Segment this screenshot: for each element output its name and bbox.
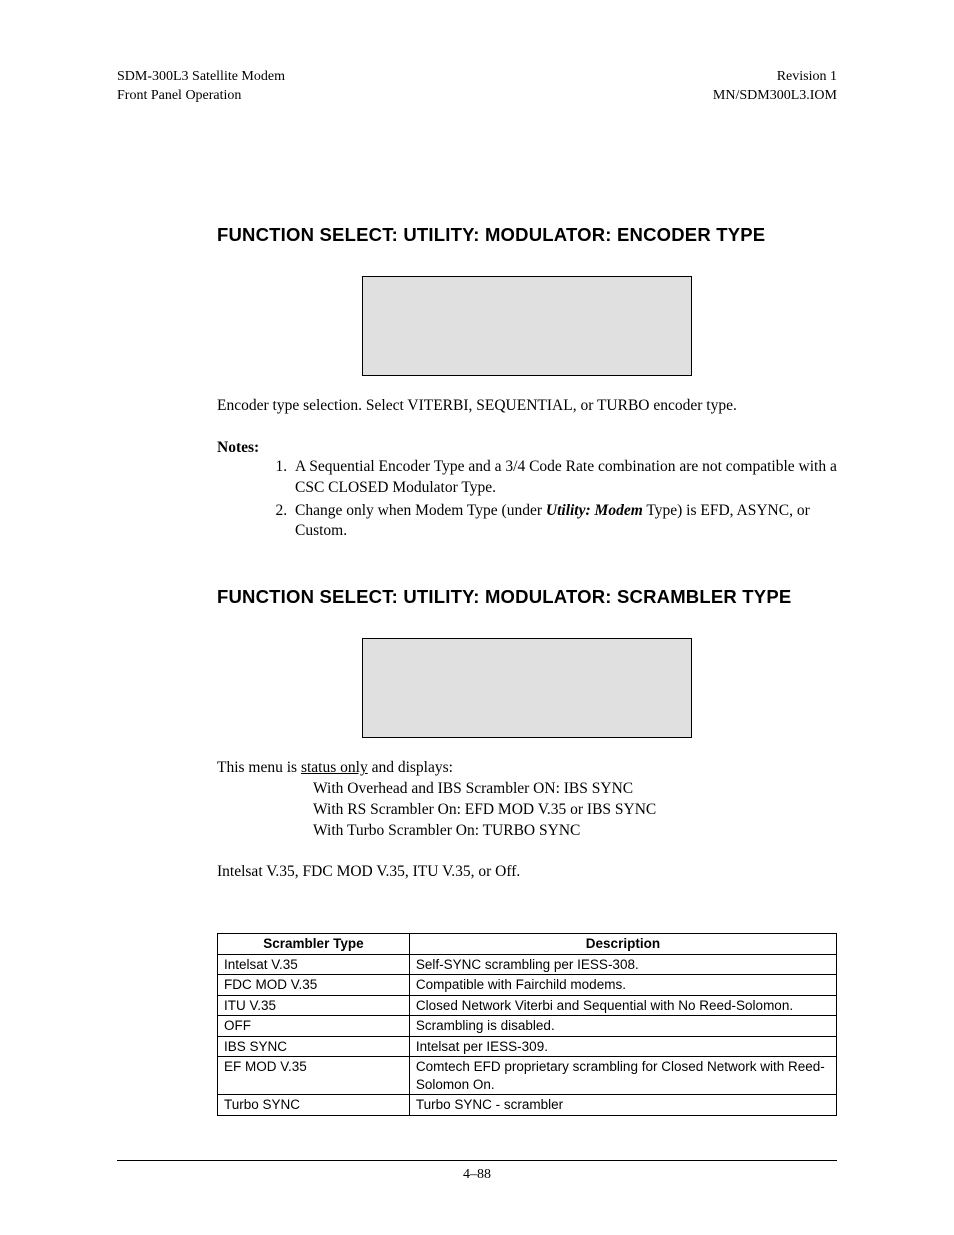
display-box — [362, 276, 692, 376]
header-right-line1: Revision 1 — [713, 68, 837, 87]
table-cell: Closed Network Viterbi and Sequential wi… — [409, 995, 836, 1016]
display-box — [362, 638, 692, 738]
table-cell: EF MOD V.35 — [218, 1057, 410, 1095]
table-cell: Self-SYNC scrambling per IESS-308. — [409, 954, 836, 975]
table-row: EF MOD V.35 Comtech EFD proprietary scra… — [218, 1057, 837, 1095]
table-header: Scrambler Type — [218, 934, 410, 955]
status-lines: With Overhead and IBS Scrambler ON: IBS … — [217, 779, 837, 842]
table-row: OFF Scrambling is disabled. — [218, 1016, 837, 1037]
body-text: This menu is status only and displays: — [217, 758, 837, 779]
page-header: SDM-300L3 Satellite Modem Front Panel Op… — [117, 68, 837, 106]
note-item: A Sequential Encoder Type and a 3/4 Code… — [291, 457, 837, 499]
notes-list: A Sequential Encoder Type and a 3/4 Code… — [217, 457, 837, 543]
page-footer: 4–88 — [117, 1160, 837, 1183]
table-cell: Turbo SYNC - scrambler — [409, 1095, 836, 1116]
section-encoder-type: FUNCTION SELECT: UTILITY: MODULATOR: ENC… — [217, 224, 837, 543]
table-cell: ITU V.35 — [218, 995, 410, 1016]
status-line: With Turbo Scrambler On: TURBO SYNC — [313, 821, 837, 842]
table-row: IBS SYNC Intelsat per IESS-309. — [218, 1036, 837, 1057]
body-text: Encoder type selection. Select VITERBI, … — [217, 396, 837, 417]
section-heading: FUNCTION SELECT: UTILITY: MODULATOR: ENC… — [217, 224, 837, 246]
note-item: Change only when Modem Type (under Utili… — [291, 501, 837, 543]
header-left: SDM-300L3 Satellite Modem Front Panel Op… — [117, 68, 285, 106]
header-left-line2: Front Panel Operation — [117, 87, 285, 106]
table-cell: Compatible with Fairchild modems. — [409, 975, 836, 996]
table-header-row: Scrambler Type Description — [218, 934, 837, 955]
header-left-line1: SDM-300L3 Satellite Modem — [117, 68, 285, 87]
table-row: FDC MOD V.35 Compatible with Fairchild m… — [218, 975, 837, 996]
page-number: 4–88 — [117, 1160, 837, 1183]
table-row: Turbo SYNC Turbo SYNC - scrambler — [218, 1095, 837, 1116]
header-right-line2: MN/SDM300L3.IOM — [713, 87, 837, 106]
status-line: With Overhead and IBS Scrambler ON: IBS … — [313, 779, 837, 800]
page-content: FUNCTION SELECT: UTILITY: MODULATOR: ENC… — [117, 106, 837, 1116]
section-scrambler-type: FUNCTION SELECT: UTILITY: MODULATOR: SCR… — [217, 586, 837, 883]
table-row: ITU V.35 Closed Network Viterbi and Sequ… — [218, 995, 837, 1016]
table-cell: OFF — [218, 1016, 410, 1037]
table-cell: Intelsat per IESS-309. — [409, 1036, 836, 1057]
header-right: Revision 1 MN/SDM300L3.IOM — [713, 68, 837, 106]
table-header: Description — [409, 934, 836, 955]
section-heading: FUNCTION SELECT: UTILITY: MODULATOR: SCR… — [217, 586, 837, 608]
table-cell: Turbo SYNC — [218, 1095, 410, 1116]
status-line: With RS Scrambler On: EFD MOD V.35 or IB… — [313, 800, 837, 821]
scrambler-table: Scrambler Type Description Intelsat V.35… — [217, 933, 837, 1116]
table-cell: Intelsat V.35 — [218, 954, 410, 975]
body-text: Intelsat V.35, FDC MOD V.35, ITU V.35, o… — [217, 862, 837, 883]
table-row: Intelsat V.35 Self-SYNC scrambling per I… — [218, 954, 837, 975]
table-cell: FDC MOD V.35 — [218, 975, 410, 996]
table-cell: IBS SYNC — [218, 1036, 410, 1057]
table-cell: Comtech EFD proprietary scrambling for C… — [409, 1057, 836, 1095]
notes-label: Notes: — [217, 439, 837, 457]
table-cell: Scrambling is disabled. — [409, 1016, 836, 1037]
